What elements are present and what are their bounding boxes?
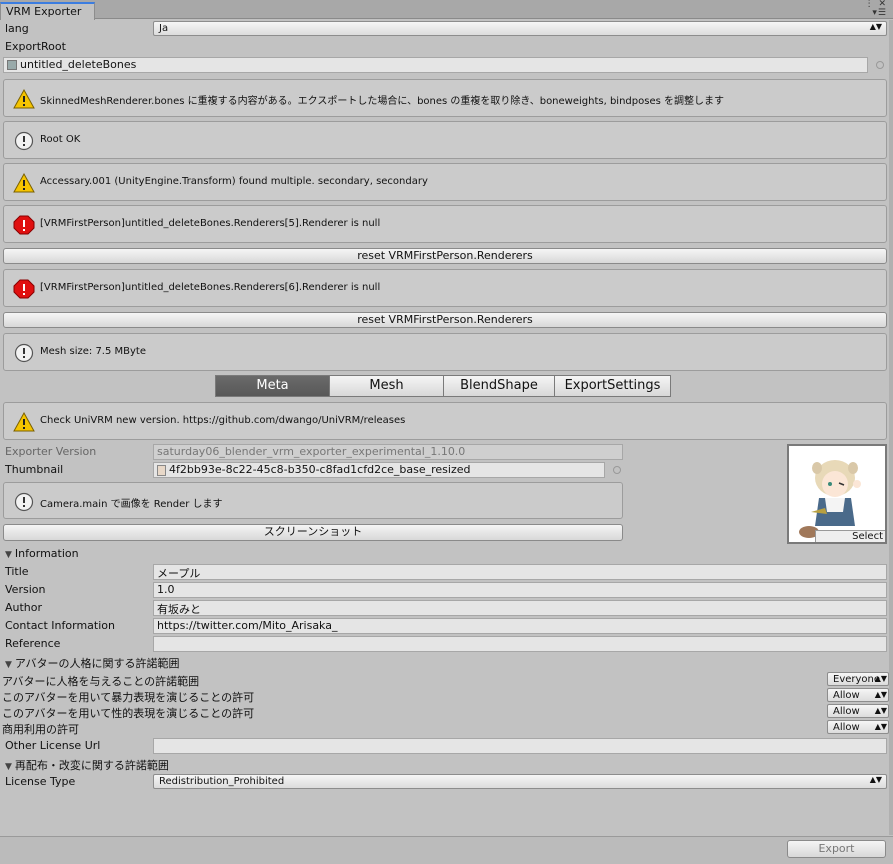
help-box-warning: Accessary.001 (UnityEngine.Transform) fo… xyxy=(3,163,887,201)
error-icon xyxy=(13,215,35,235)
bottom-toolbar xyxy=(0,836,893,864)
exporter-version-field: saturday06_blender_vrm_exporter_experime… xyxy=(153,444,623,460)
export-root-value: untitled_deleteBones xyxy=(20,58,137,71)
tab-mesh[interactable]: Mesh xyxy=(329,375,444,397)
dropdown-arrow-icon: ▲▼ xyxy=(869,775,882,784)
version-label: Version xyxy=(5,583,46,596)
info-icon xyxy=(14,131,34,151)
dropdown-arrow-icon: ▲▼ xyxy=(874,690,887,699)
license-type-label: License Type xyxy=(5,775,76,788)
thumbnail-field[interactable]: 4f2bb93e-8c22-45c8-b350-c8fad1cfd2ce_bas… xyxy=(153,462,605,478)
help-box-error: [VRMFirstPerson]untitled_deleteBones.Ren… xyxy=(3,205,887,243)
commercial-value: Allow xyxy=(833,722,860,733)
tab-exportsettings[interactable]: ExportSettings xyxy=(554,375,671,397)
help-box-info: Root OK xyxy=(3,121,887,159)
title-field[interactable]: メープル xyxy=(153,564,887,580)
help-box-text: [VRMFirstPerson]untitled_deleteBones.Ren… xyxy=(40,282,381,293)
screenshot-button[interactable]: スクリーンショット xyxy=(3,524,623,541)
violent-value: Allow xyxy=(833,690,860,701)
violent-label: このアバターを用いて暴力表現を演じることの許可 xyxy=(2,691,255,704)
error-icon xyxy=(13,279,35,299)
lang-label: lang xyxy=(5,22,29,35)
help-box-warning: SkinnedMeshRenderer.bones に重複する内容がある。エクス… xyxy=(3,79,887,117)
help-box-text: SkinnedMeshRenderer.bones に重複する内容がある。エクス… xyxy=(40,96,724,107)
foldout-arrow-icon: ▼ xyxy=(5,660,12,670)
foldout-arrow-icon: ▼ xyxy=(5,762,12,772)
personality-header: アバターの人格に関する許諾範囲 xyxy=(14,657,180,670)
commercial-label: 商用利用の許可 xyxy=(2,723,79,736)
texture-icon xyxy=(157,465,166,476)
foldout-arrow-icon: ▼ xyxy=(5,550,12,560)
avatar-thumbnail-image xyxy=(799,460,861,538)
export-root-field[interactable]: untitled_deleteBones xyxy=(3,57,868,73)
information-header: Information xyxy=(14,547,79,560)
help-box-warning: Check UniVRM new version. https://github… xyxy=(3,402,887,440)
violent-dropdown[interactable]: Allow ▲▼ xyxy=(827,688,889,702)
help-box-info: Camera.main で画像を Render します xyxy=(3,482,623,519)
help-box-text: Accessary.001 (UnityEngine.Transform) fo… xyxy=(40,176,428,187)
title-label: Title xyxy=(5,565,29,578)
exporter-version-label: Exporter Version xyxy=(5,445,97,458)
help-box-text: Root OK xyxy=(40,134,81,145)
commercial-dropdown[interactable]: Allow ▲▼ xyxy=(827,720,889,734)
allowed-user-label: アバターに人格を与えることの許諾範囲 xyxy=(2,675,200,688)
thumbnail-preview[interactable]: Select xyxy=(787,444,887,544)
other-license-field[interactable] xyxy=(153,738,887,754)
thumbnail-value: 4f2bb93e-8c22-45c8-b350-c8fad1cfd2ce_bas… xyxy=(169,463,471,476)
information-foldout[interactable]: ▼ Information xyxy=(5,547,79,560)
other-license-label: Other License Url xyxy=(5,739,101,752)
lang-value: Ja xyxy=(159,23,169,34)
author-label: Author xyxy=(5,601,43,614)
info-icon xyxy=(14,343,34,363)
dropdown-arrow-icon: ▲▼ xyxy=(874,674,887,683)
dropdown-arrow-icon: ▲▼ xyxy=(874,706,887,715)
reset-renderers-button[interactable]: reset VRMFirstPerson.Renderers xyxy=(3,248,887,264)
info-icon xyxy=(14,492,34,512)
contact-field[interactable]: https://twitter.com/Mito_Arisaka_ xyxy=(153,618,887,634)
window-menu-icon[interactable]: ⋮ ✕ ▾☰ xyxy=(865,0,887,18)
redistribution-header: 再配布・改変に関する許諾範囲 xyxy=(14,759,169,772)
scrollbar[interactable] xyxy=(889,20,893,835)
help-box-text: Camera.main で画像を Render します xyxy=(40,499,223,510)
gameobject-icon xyxy=(7,60,17,70)
warning-icon xyxy=(13,89,35,109)
window-tab[interactable]: VRM Exporter xyxy=(0,2,95,20)
object-picker-icon[interactable] xyxy=(613,466,621,474)
warning-icon xyxy=(13,173,35,193)
allowed-user-value: Everyone xyxy=(833,674,881,685)
help-box-error: [VRMFirstPerson]untitled_deleteBones.Ren… xyxy=(3,269,887,307)
export-button[interactable]: Export xyxy=(787,840,886,858)
help-box-text: [VRMFirstPerson]untitled_deleteBones.Ren… xyxy=(40,218,381,229)
license-type-value: Redistribution_Prohibited xyxy=(159,776,285,787)
allowed-user-dropdown[interactable]: Everyone ▲▼ xyxy=(827,672,889,686)
thumbnail-select-button[interactable]: Select xyxy=(815,530,885,542)
dropdown-arrow-icon: ▲▼ xyxy=(874,722,887,731)
sexual-dropdown[interactable]: Allow ▲▼ xyxy=(827,704,889,718)
warning-icon xyxy=(13,412,35,432)
personality-foldout[interactable]: ▼ アバターの人格に関する許諾範囲 xyxy=(5,655,179,671)
reference-field[interactable] xyxy=(153,636,887,652)
reference-label: Reference xyxy=(5,637,61,650)
thumbnail-label: Thumbnail xyxy=(5,463,64,476)
contact-label: Contact Information xyxy=(5,619,115,632)
dropdown-arrow-icon: ▲▼ xyxy=(869,22,882,31)
window-tab-bar xyxy=(0,0,893,19)
tab-blendshape[interactable]: BlendShape xyxy=(443,375,555,397)
author-field[interactable]: 有坂みと xyxy=(153,600,887,616)
version-field[interactable]: 1.0 xyxy=(153,582,887,598)
help-box-text: Check UniVRM new version. https://github… xyxy=(40,415,406,426)
sexual-value: Allow xyxy=(833,706,860,717)
reset-renderers-button[interactable]: reset VRMFirstPerson.Renderers xyxy=(3,312,887,328)
license-type-dropdown[interactable]: Redistribution_Prohibited ▲▼ xyxy=(153,774,887,789)
export-root-label: ExportRoot xyxy=(5,40,66,53)
lang-dropdown[interactable]: Ja ▲▼ xyxy=(153,21,887,36)
window-tab-title: VRM Exporter xyxy=(6,5,82,18)
tab-meta[interactable]: Meta xyxy=(215,375,330,397)
redistribution-foldout[interactable]: ▼ 再配布・改変に関する許諾範囲 xyxy=(5,757,169,773)
object-picker-icon[interactable] xyxy=(876,61,884,69)
help-box-info: Mesh size: 7.5 MByte xyxy=(3,333,887,371)
help-box-text: Mesh size: 7.5 MByte xyxy=(40,346,147,357)
sexual-label: このアバターを用いて性的表現を演じることの許可 xyxy=(2,707,255,720)
